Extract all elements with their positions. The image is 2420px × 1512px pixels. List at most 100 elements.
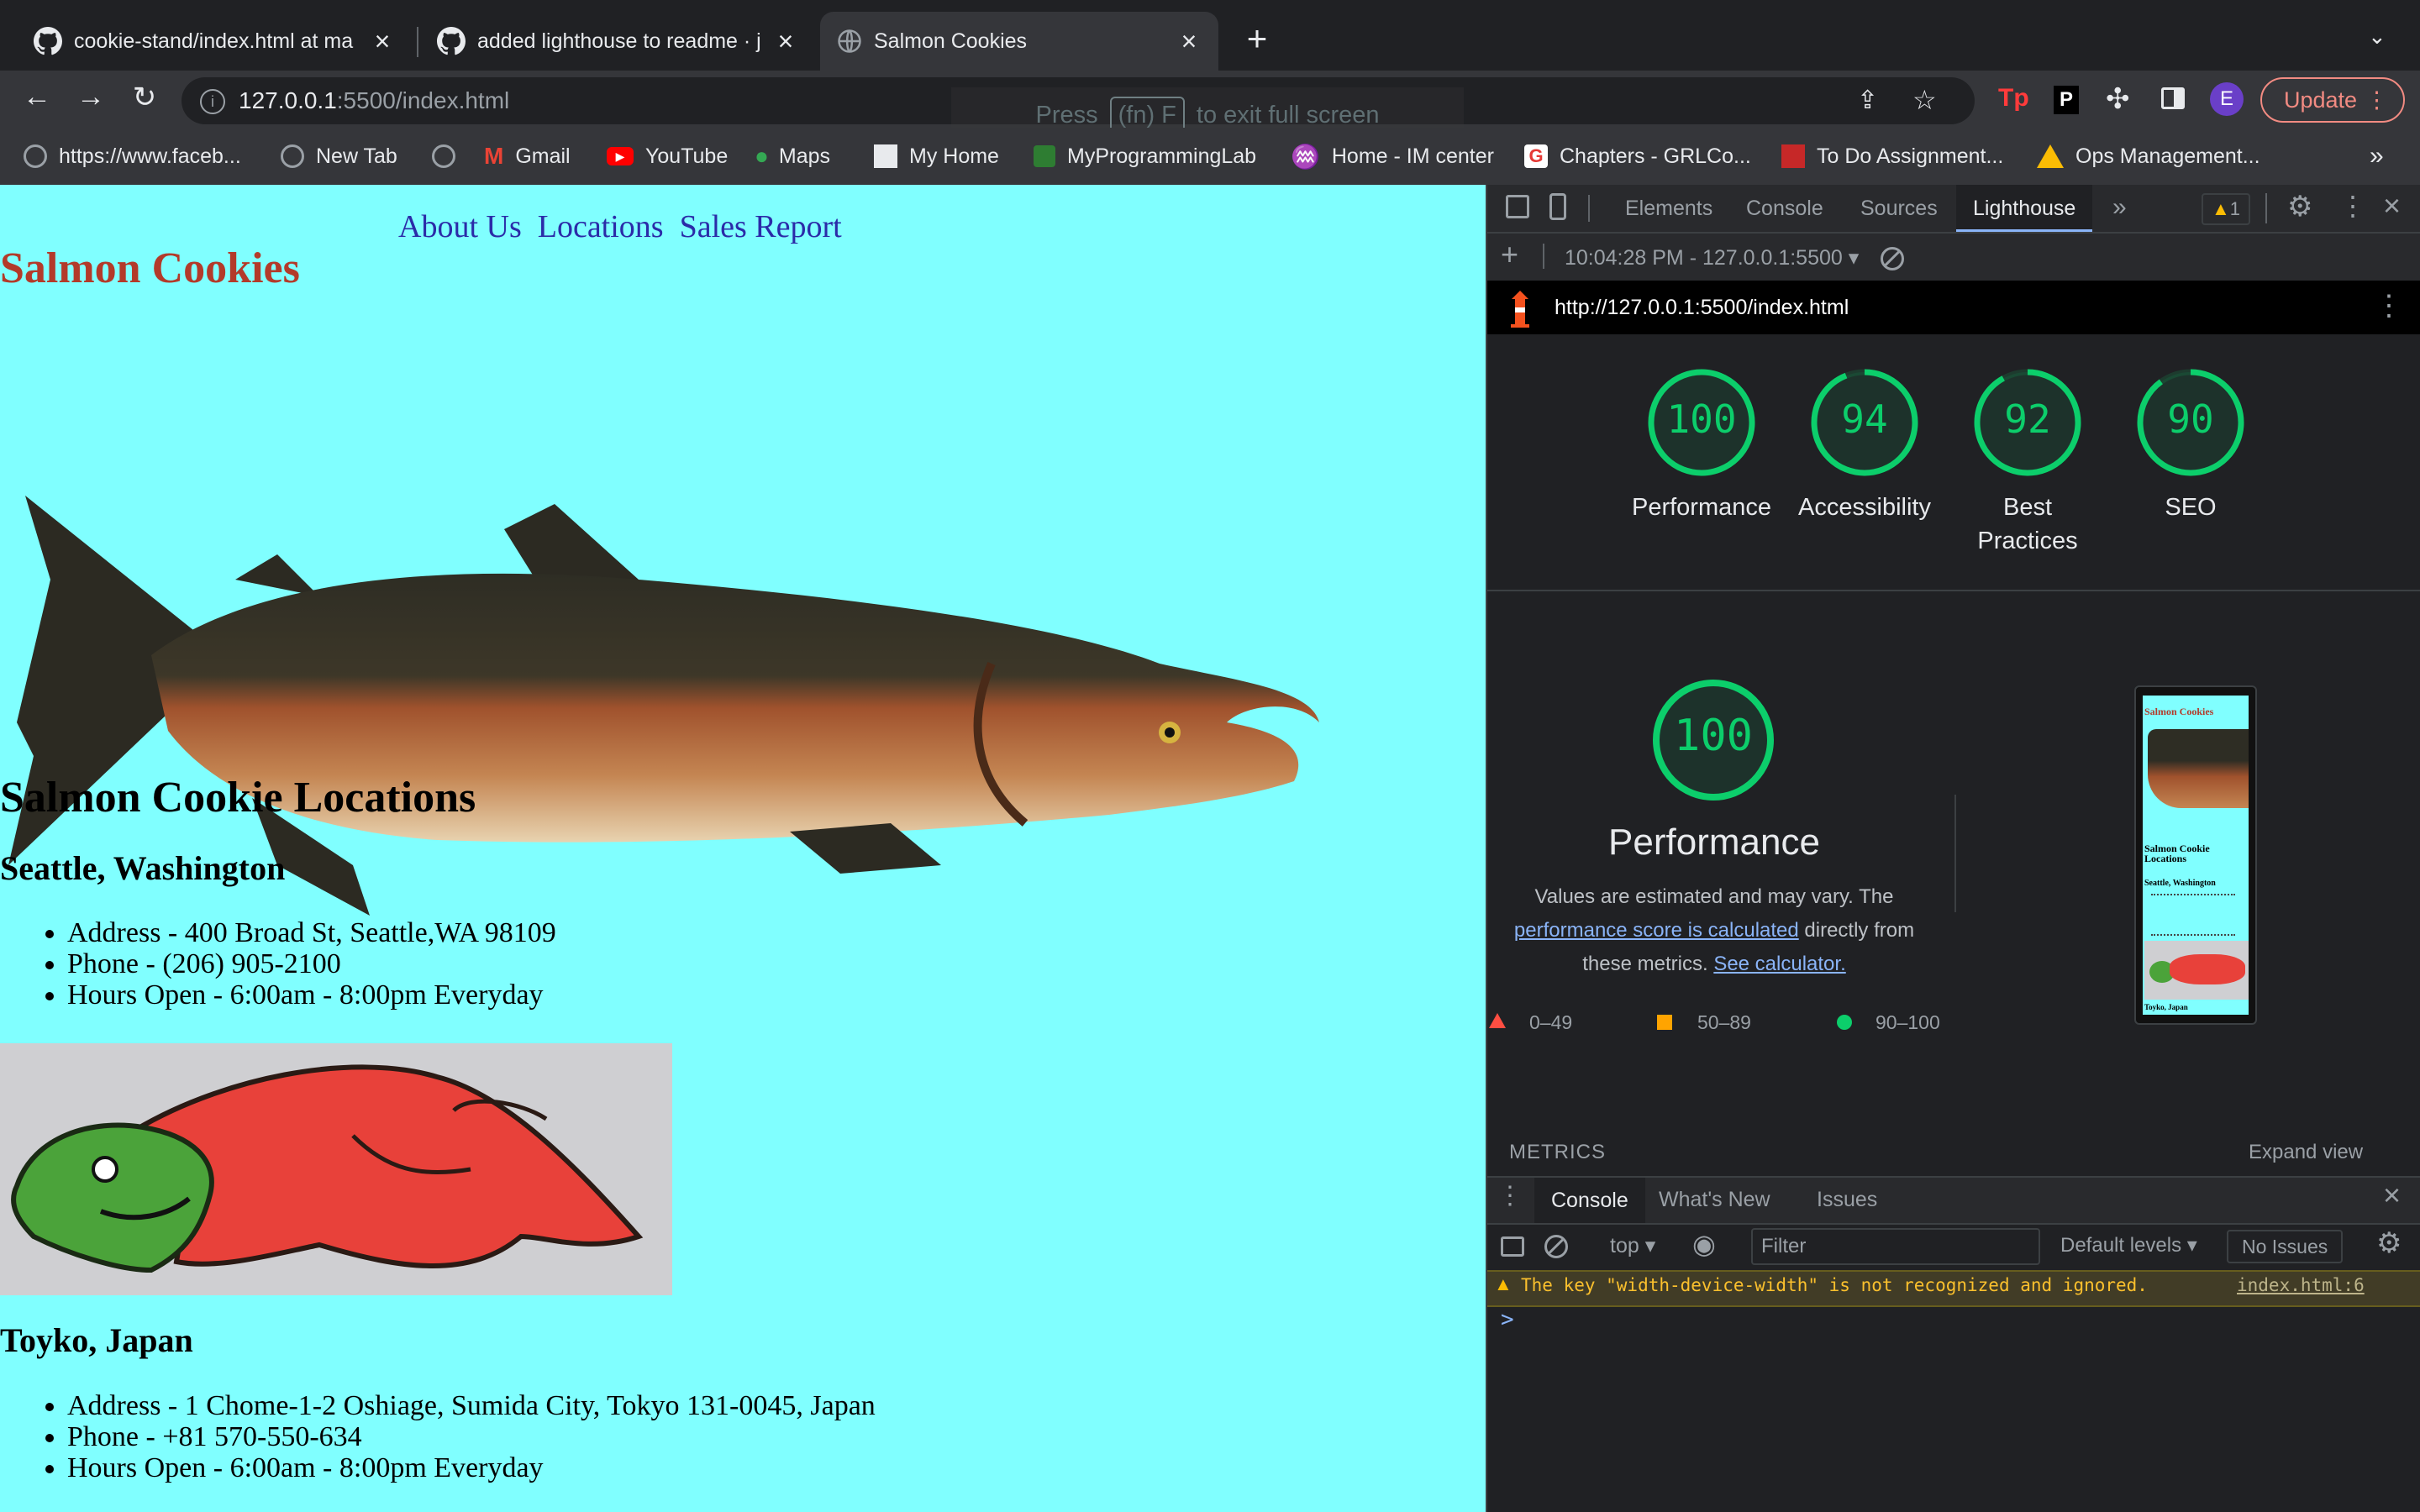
bookmark-chapters[interactable]: G Chapters - GRLCo... <box>1524 139 1751 173</box>
back-icon[interactable]: ← <box>18 81 55 113</box>
url-text[interactable]: 127.0.0.1:5500/index.html <box>239 87 509 114</box>
final-screenshot-thumbnail[interactable]: Salmon Cookies Salmon Cookie Locations S… <box>2134 685 2257 1025</box>
score-value: 100 <box>1666 396 1737 442</box>
update-button[interactable]: Update ⋮ <box>2260 77 2405 123</box>
globe-icon <box>281 144 304 168</box>
new-report-icon[interactable]: + <box>1501 237 1518 272</box>
bookmark-star-icon[interactable]: ☆ <box>1912 84 1937 116</box>
drawer-menu-icon[interactable]: ⋮ <box>1497 1181 1523 1210</box>
score-label: Best Practices <box>1977 494 2078 554</box>
bookmark-im-center[interactable]: ♒ Home - IM center <box>1291 139 1494 173</box>
fail-triangle-icon <box>1489 1013 1506 1028</box>
issues-counter[interactable]: No Issues <box>2227 1230 2344 1263</box>
clear-console-icon[interactable] <box>1544 1235 1568 1258</box>
share-icon[interactable]: ⇪ <box>1857 86 1878 115</box>
customize-kebab-icon[interactable]: ⋮ <box>2339 190 2366 222</box>
mcgraw-hill-icon <box>1781 144 1805 168</box>
bookmark-myprogramminglab[interactable]: MyProgrammingLab <box>1034 139 1256 173</box>
warning-source-link[interactable]: index.html:6 <box>2237 1275 2365 1295</box>
devtools-tab-sources[interactable]: Sources <box>1860 197 1938 221</box>
site-info-icon[interactable]: i <box>200 89 225 114</box>
bookmark-ops[interactable]: Ops Management... <box>2037 139 2260 173</box>
thumb-city: Seattle, Washington <box>2144 879 2216 888</box>
console-settings-icon[interactable]: ⚙ <box>2376 1226 2402 1260</box>
dropdown-arrow-icon: ▾ <box>1848 246 1860 270</box>
drawer-tab-issues[interactable]: Issues <box>1817 1188 1877 1212</box>
report-menu-icon[interactable]: ⋮ <box>2375 289 2403 323</box>
close-drawer-icon[interactable]: × <box>2383 1178 2401 1213</box>
bookmark-label: Chapters - GRLCo... <box>1560 144 1751 168</box>
nav-sales-report[interactable]: Sales Report <box>680 209 842 244</box>
nav-locations[interactable]: Locations <box>538 209 664 244</box>
close-devtools-icon[interactable]: × <box>2383 188 2401 223</box>
devtools-tab-console[interactable]: Console <box>1746 197 1823 221</box>
bookmark-item[interactable] <box>432 139 467 173</box>
tab-cookie-stand[interactable]: cookie-stand/index.html at ma × <box>17 12 412 71</box>
close-tab-icon[interactable]: × <box>1176 26 1202 57</box>
live-expression-eye-icon[interactable]: ◉ <box>1692 1228 1716 1260</box>
see-calculator-link[interactable]: See calculator. <box>1713 953 1845 975</box>
bookmark-youtube[interactable]: ▶ YouTube <box>607 139 728 173</box>
locations-heading: Salmon Cookie Locations <box>0 774 476 822</box>
thumb-city: Toyko, Japan <box>2144 1003 2188 1011</box>
bookmark-todo[interactable]: To Do Assignment... <box>1781 139 2003 173</box>
log-levels-dropdown[interactable]: Default levels ▾ <box>2060 1233 2197 1257</box>
report-url: http://127.0.0.1:5500/index.html <box>1555 296 1849 319</box>
score-calculated-link[interactable]: performance score is calculated <box>1514 919 1799 942</box>
close-tab-icon[interactable]: × <box>370 26 395 57</box>
settings-gear-icon[interactable]: ⚙ <box>2287 190 2312 223</box>
drawer-tab-console[interactable]: Console <box>1534 1178 1645 1223</box>
extension-tp-icon[interactable]: Tp <box>1998 84 2029 113</box>
report-selector[interactable]: 10:04:28 PM - 127.0.0.1:5500 ▾ <box>1565 245 1859 270</box>
forward-icon[interactable]: → <box>72 81 109 113</box>
warnings-badge[interactable]: ▲1 <box>2202 193 2251 225</box>
devtools-tab-lighthouse[interactable]: Lighthouse <box>1956 185 2093 232</box>
divider <box>1487 590 2420 591</box>
nav-about-us[interactable]: About Us <box>398 209 522 244</box>
new-tab-button[interactable]: + <box>1239 18 1276 59</box>
google-drive-icon <box>2037 144 2064 168</box>
clear-reports-icon[interactable] <box>1881 247 1904 270</box>
devtools-panel: Elements Console Sources Lighthouse » ▲1… <box>1487 185 2420 1512</box>
report-selector-label: 10:04:28 PM - 127.0.0.1:5500 <box>1565 246 1843 270</box>
thumb-cookie <box>2144 941 2249 1000</box>
context-selector[interactable]: top ▾ <box>1610 1233 1655 1258</box>
tab-salmon-cookies[interactable]: Salmon Cookies × <box>820 12 1218 71</box>
console-prompt[interactable]: > <box>1501 1307 1514 1332</box>
devtools-tab-elements[interactable]: Elements <box>1625 197 1712 221</box>
site-nav: About Us Locations Sales Report <box>398 208 842 245</box>
average-square-icon <box>1657 1015 1672 1030</box>
dropdown-arrow-icon: ▾ <box>2186 1234 2197 1257</box>
toolbar-separator <box>2265 193 2267 223</box>
close-tab-icon[interactable]: × <box>773 26 798 57</box>
bookmarks-overflow-button[interactable]: » <box>2370 139 2384 173</box>
bookmark-item[interactable]: New Tab <box>281 139 397 173</box>
bookmark-my-home[interactable]: My Home <box>874 139 999 173</box>
more-tabs-icon[interactable]: » <box>2112 193 2127 222</box>
reload-icon[interactable]: ↻ <box>126 81 163 114</box>
device-toolbar-icon[interactable] <box>1549 193 1566 220</box>
bookmark-label: Maps <box>778 144 831 168</box>
bookmark-item[interactable]: https://www.faceb... <box>24 139 241 173</box>
sidebar-toggle-icon[interactable] <box>1501 1236 1524 1257</box>
console-filter-input[interactable]: Filter <box>1751 1228 2040 1265</box>
tab-readme[interactable]: added lighthouse to readme · j × <box>420 12 815 71</box>
web-page: About Us Locations Sales Report Salmon C… <box>0 185 1486 1512</box>
side-panel-icon[interactable] <box>2161 87 2185 109</box>
expand-view-toggle[interactable]: Expand view <box>2249 1141 2363 1164</box>
list-item: Address - 400 Broad St, Seattle,WA 98109 <box>67 917 556 948</box>
menu-kebab-icon[interactable]: ⋮ <box>2365 79 2388 121</box>
bookmark-maps[interactable]: ● Maps <box>755 139 830 173</box>
legend-fail: 0–49 <box>1529 1011 1573 1033</box>
drawer-tab-whats-new[interactable]: What's New <box>1659 1188 1770 1212</box>
lighthouse-icon <box>1511 291 1529 328</box>
extensions-puzzle-icon[interactable]: ✣ <box>2106 82 2130 116</box>
bookmark-label: To Do Assignment... <box>1817 144 2004 168</box>
profile-avatar[interactable]: E <box>2210 82 2244 116</box>
thumb-fish <box>2148 729 2249 808</box>
inspect-element-icon[interactable] <box>1506 195 1529 218</box>
list-item: Phone - (206) 905-2100 <box>67 948 556 979</box>
bookmark-gmail[interactable]: M Gmail <box>484 139 571 173</box>
tab-search-chevron-icon[interactable]: ⌄ <box>2368 24 2386 50</box>
extension-p-icon[interactable]: P <box>2054 86 2079 114</box>
